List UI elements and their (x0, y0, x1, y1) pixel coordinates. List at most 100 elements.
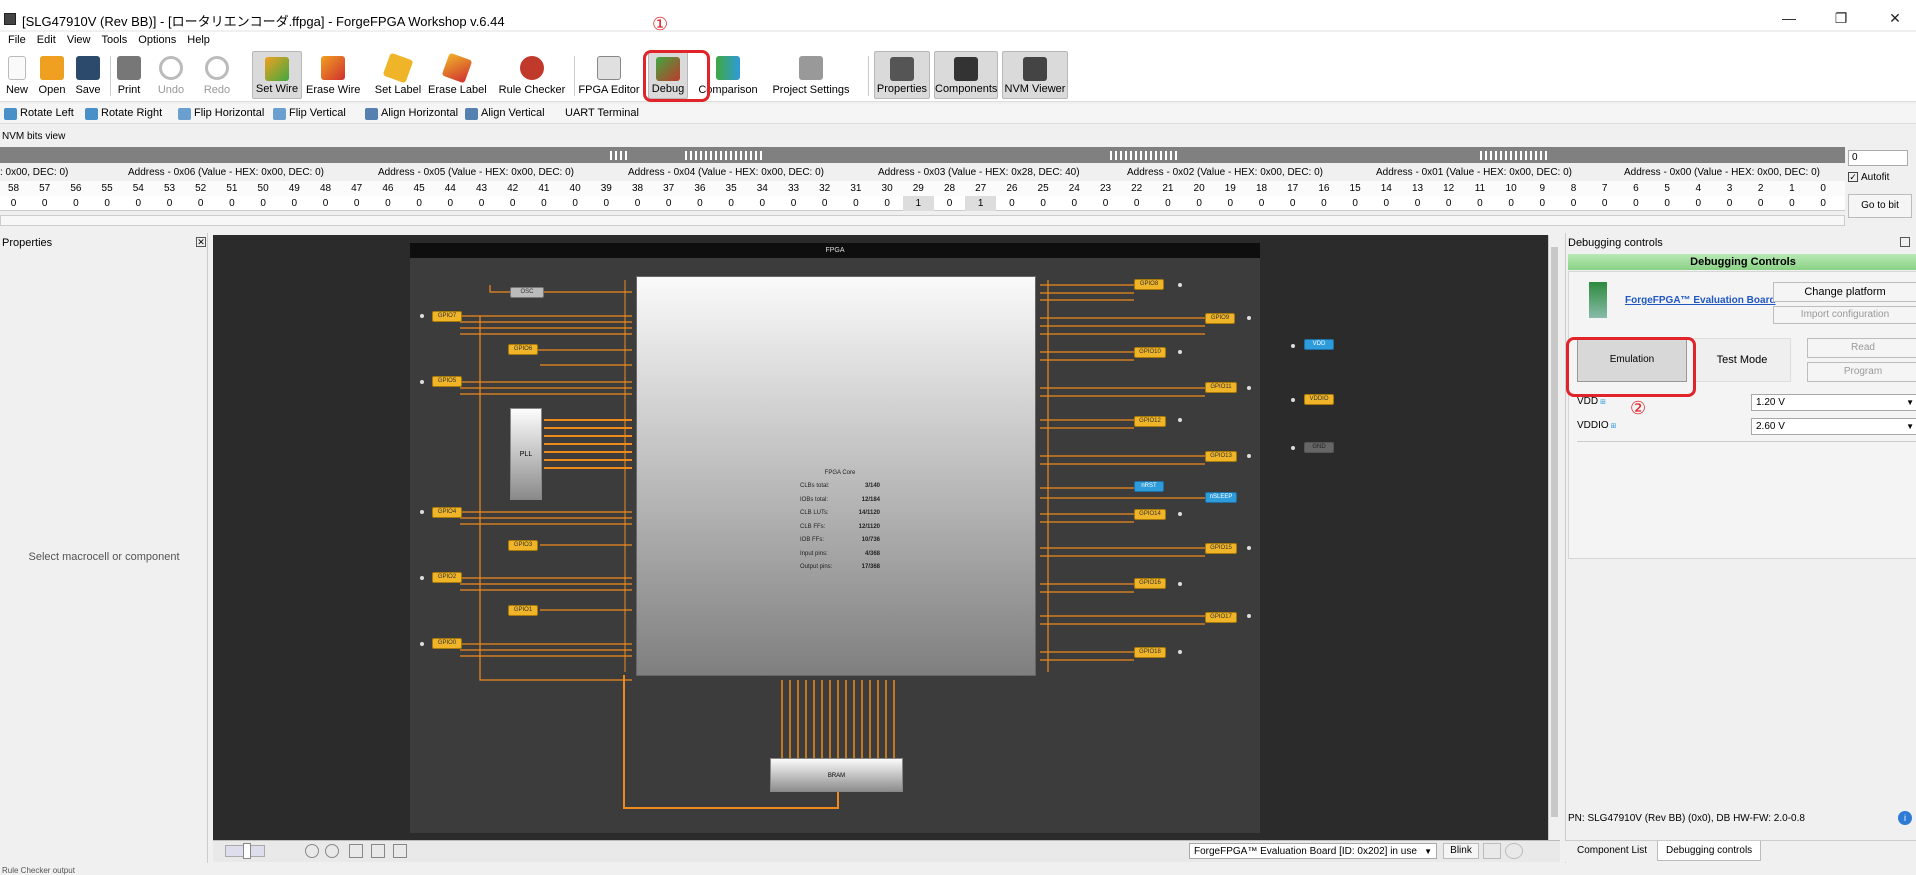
components-button[interactable]: Components (934, 51, 998, 99)
nvm-bit-value[interactable]: 0 (934, 196, 965, 211)
menu-file[interactable]: File (8, 32, 26, 48)
undo-button[interactable]: Undo (156, 51, 186, 99)
nvm-bit-value[interactable]: 0 (1496, 196, 1527, 211)
nvm-bit-value[interactable]: 0 (466, 196, 497, 211)
nvm-bit-value[interactable]: 0 (1121, 196, 1152, 211)
nvm-bit-value[interactable]: 0 (29, 196, 60, 211)
nvm-bit-value[interactable]: 0 (1527, 196, 1558, 211)
nvm-bit-value[interactable]: 0 (1714, 196, 1745, 211)
gpio1-block[interactable]: GPIO1 (508, 605, 538, 616)
nvm-bit-value[interactable]: 0 (560, 196, 591, 211)
menu-tools[interactable]: Tools (102, 32, 128, 48)
gpio3-block[interactable]: GPIO3 (508, 540, 538, 551)
vdd-pin[interactable]: VDD (1304, 339, 1334, 350)
nvm-bit-value[interactable]: 0 (435, 196, 466, 211)
nvm-bit-value[interactable]: 0 (1246, 196, 1277, 211)
gpio5-block[interactable]: GPIO5 (432, 376, 462, 387)
nvm-bit-value[interactable]: 0 (1340, 196, 1371, 211)
nvm-bit-value[interactable]: 1 (902, 196, 934, 211)
nvm-bit-value[interactable]: 0 (747, 196, 778, 211)
nvm-bit-value[interactable]: 0 (1059, 196, 1090, 211)
gpio9-block[interactable]: GPIO9 (1205, 313, 1235, 324)
vddio-pin[interactable]: VDDIO (1304, 394, 1334, 405)
gpio14-block[interactable]: GPIO14 (1134, 509, 1166, 520)
go-to-bit-button[interactable]: Go to bit (1848, 194, 1912, 218)
nvm-bit-value[interactable]: 0 (872, 196, 903, 211)
nvm-bit-value[interactable]: 0 (60, 196, 91, 211)
nvm-bit-value[interactable]: 0 (1308, 196, 1339, 211)
nvm-bit-value[interactable]: 0 (92, 196, 123, 211)
pointer-icon[interactable] (393, 844, 407, 858)
nvm-bit-value[interactable]: 1 (965, 196, 997, 211)
pan-icon[interactable] (349, 844, 363, 858)
nvm-bit-value[interactable]: 0 (341, 196, 372, 211)
flip-horizontal-button[interactable]: Flip Horizontal (178, 107, 264, 122)
fpga-editor-button[interactable]: FPGA Editor (578, 51, 640, 99)
canvas-vertical-scrollbar[interactable] (1548, 235, 1560, 840)
close-properties-button[interactable]: ✕ (196, 237, 206, 247)
settings-icon[interactable] (1505, 843, 1523, 859)
nvm-bit-value[interactable]: 0 (716, 196, 747, 211)
gpio12-block[interactable]: GPIO12 (1134, 416, 1166, 427)
gpio4-block[interactable]: GPIO4 (432, 507, 462, 518)
nvm-bit-value[interactable]: 0 (1558, 196, 1589, 211)
autofit-checkbox[interactable]: ✓ Autofit (1848, 172, 1889, 183)
menu-options[interactable]: Options (138, 32, 176, 48)
blink-button[interactable]: Blink (1443, 843, 1479, 859)
nvm-bit-value[interactable]: 0 (840, 196, 871, 211)
nvm-bit-value[interactable]: 0 (279, 196, 310, 211)
rotate-left-button[interactable]: Rotate Left (4, 107, 74, 122)
pll-block[interactable]: PLL (510, 408, 542, 500)
tab-debugging-controls[interactable]: Debugging controls (1657, 841, 1762, 861)
gpio8-block[interactable]: GPIO8 (1134, 279, 1164, 290)
zoom-in-icon[interactable] (305, 844, 319, 858)
gpio10-block[interactable]: GPIO10 (1134, 347, 1166, 358)
gpio15-block[interactable]: GPIO15 (1205, 543, 1237, 554)
nvm-bit-value[interactable]: 0 (216, 196, 247, 211)
align-vertical-button[interactable]: Align Vertical (465, 107, 545, 122)
nvm-bit-value[interactable]: 0 (0, 196, 29, 211)
nvm-bit-value[interactable]: 0 (809, 196, 840, 211)
nvm-bit-value[interactable]: 0 (185, 196, 216, 211)
project-settings-button[interactable]: Project Settings (770, 51, 852, 99)
nvm-bit-value[interactable]: 0 (778, 196, 809, 211)
nvm-bit-value[interactable]: 0 (1464, 196, 1495, 211)
uart-terminal-button[interactable]: UART Terminal (549, 107, 639, 122)
nvm-bit-value[interactable]: 0 (123, 196, 154, 211)
nvm-bit-value[interactable]: 0 (591, 196, 622, 211)
bram-block[interactable]: BRAM (770, 758, 903, 792)
rotate-right-button[interactable]: Rotate Right (85, 107, 162, 122)
nvm-bit-value[interactable]: 0 (1620, 196, 1651, 211)
menu-edit[interactable]: Edit (37, 32, 56, 48)
open-button[interactable]: Open (34, 51, 70, 99)
info-icon[interactable]: i (1898, 811, 1912, 825)
rule-checker-button[interactable]: Rule Checker (498, 51, 566, 99)
read-button[interactable]: Read (1807, 338, 1916, 358)
nvm-bit-value[interactable]: 0 (1371, 196, 1402, 211)
erase-wire-button[interactable]: Erase Wire (306, 51, 360, 99)
nvm-bit-overview-strip[interactable] (0, 147, 1845, 163)
zoom-out-icon[interactable] (325, 844, 339, 858)
new-button[interactable]: New (2, 51, 32, 99)
nvm-bit-value[interactable]: 0 (1402, 196, 1433, 211)
nvm-bit-value[interactable]: 0 (528, 196, 559, 211)
nvm-bit-value[interactable]: 0 (1808, 196, 1839, 211)
nvm-bit-value[interactable]: 0 (622, 196, 653, 211)
change-platform-button[interactable]: Change platform (1773, 282, 1916, 302)
tab-component-list[interactable]: Component List (1569, 841, 1655, 861)
gnd-pin[interactable]: GND (1304, 442, 1334, 453)
nrst-block[interactable]: nRST (1134, 481, 1164, 492)
nvm-bit-value[interactable]: 0 (497, 196, 528, 211)
refresh-icon[interactable] (1483, 843, 1501, 859)
nvm-horizontal-scrollbar[interactable] (0, 215, 1845, 226)
osc-block[interactable]: OSC (510, 287, 544, 298)
restore-button[interactable]: ❐ (1830, 8, 1852, 28)
nvm-bit-value[interactable]: 0 (1215, 196, 1246, 211)
gpio0-block[interactable]: GPIO0 (432, 638, 462, 649)
close-button[interactable]: ✕ (1884, 8, 1906, 28)
import-configuration-button[interactable]: Import configuration (1773, 306, 1916, 324)
nvm-address-input[interactable]: 0 (1848, 150, 1908, 166)
vddio-voltage-select[interactable]: 2.60 V ▼ (1751, 418, 1916, 435)
nvm-bit-value[interactable]: 0 (1090, 196, 1121, 211)
nvm-bit-value[interactable]: 0 (372, 196, 403, 211)
